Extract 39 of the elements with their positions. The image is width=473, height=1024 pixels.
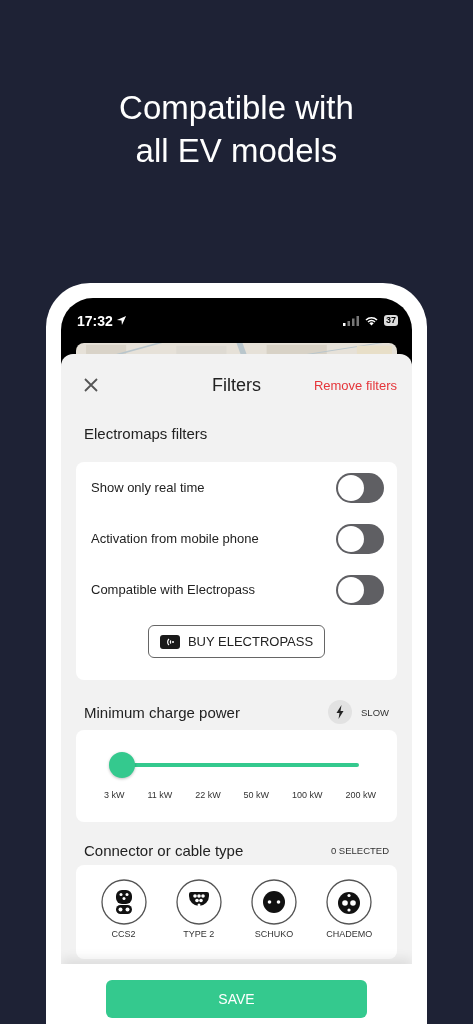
toggle-switch[interactable] [336,523,384,554]
status-time: 17:32 [77,312,113,329]
connector-icon[interactable] [326,879,373,925]
toggle-label: Compatible with Electropass [91,582,256,597]
connector-label: SCHUKO [254,929,294,939]
save-button[interactable]: SAVE [106,980,367,1018]
signal-icon [343,315,359,326]
toggle-switch[interactable] [336,574,384,605]
tick-label: 3 kW [104,790,125,800]
toggle-label: Activation from mobile phone [91,531,259,546]
slider-thumb[interactable] [109,752,135,778]
toggle-switch[interactable] [336,472,384,503]
wifi-icon [364,315,379,326]
tick-label: 100 kW [292,790,323,800]
lightning-icon [328,700,352,724]
tick-label: 22 kW [195,790,221,800]
sheet-title: Filters [212,374,261,396]
location-arrow-icon [115,315,127,326]
connector-label: CHADEMO [326,929,373,939]
toggle-label: Show only real time [91,480,205,495]
selected-count: 0 SELECTED [330,845,389,856]
battery-level: 37 [384,315,398,326]
connector-label: TYPE 2 [183,929,215,939]
section-title: Minimum charge power [84,703,240,721]
tick-label: 50 kW [243,790,270,800]
connector-icon[interactable] [175,879,222,925]
connector-label: CCS2 [111,929,136,939]
buy-electropass-button[interactable]: BUY ELECTROPASS [147,625,326,658]
remove-filters-link[interactable]: Remove filters [313,377,397,393]
headline: Compatible with all EV models [118,88,355,171]
close-icon[interactable] [84,378,98,392]
section-title: Connector or cable type [84,842,244,859]
speed-label: SLOW [361,706,389,718]
section-title: Electromaps filters [83,424,209,444]
connector-icon[interactable] [100,879,147,925]
tick-label: 200 kW [345,790,376,800]
connector-icon[interactable] [251,879,298,925]
tick-label: 11 kW [147,790,173,800]
contactless-card-icon [159,634,180,649]
